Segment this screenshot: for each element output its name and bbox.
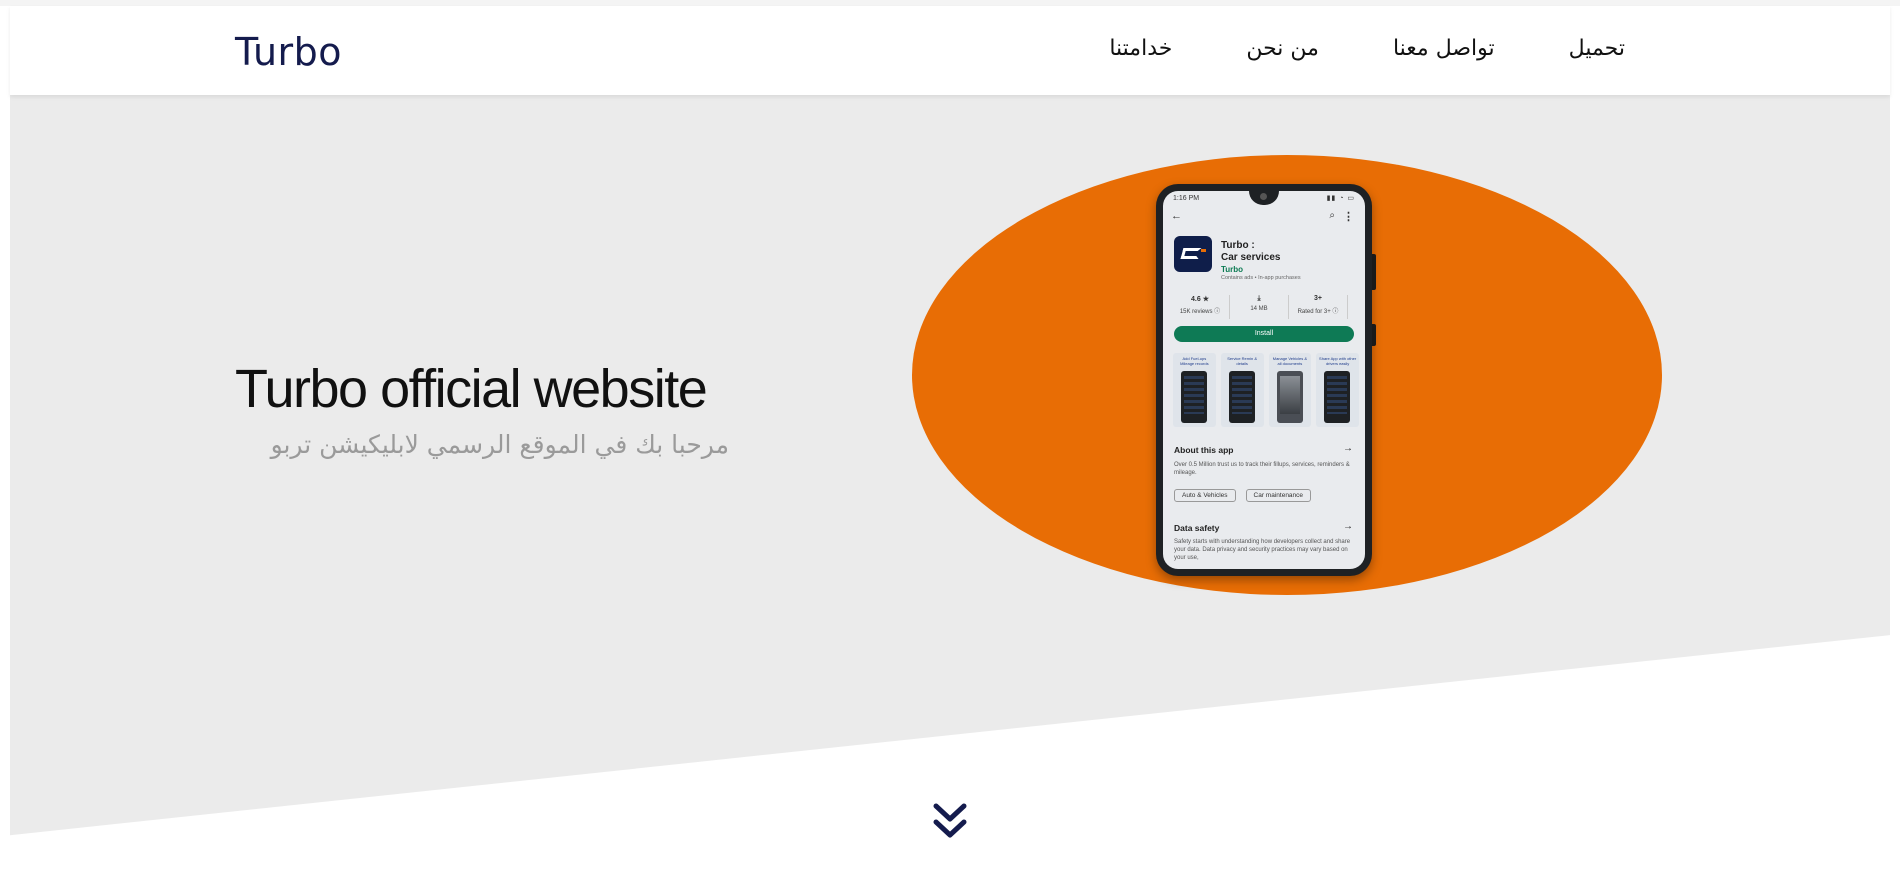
- app-screenshot: Manage Vehicles & all documents: [1268, 353, 1312, 427]
- screenshot-caption: Service Remin & details: [1227, 356, 1258, 366]
- double-chevron-down-icon-svg: [933, 803, 967, 838]
- app-contains: Contains ads • In-app purchases: [1221, 275, 1301, 281]
- app-name: Turbo : Car services: [1221, 240, 1281, 263]
- category-chips: Auto & Vehicles Car maintenance: [1174, 489, 1312, 502]
- app-screenshots: Add Fuel-ups Mileage records Service Rem…: [1173, 353, 1359, 427]
- phone-screen: 1:16 PM ▮▮ ◔ ▭ ← ⌕ ⋮ Turbo : Car service…: [1163, 191, 1365, 569]
- double-chevron-down-icon[interactable]: [930, 800, 970, 844]
- app-stats: 4.6 ★ 15K reviews ⓘ ⤓ 14 MB 3+ Rated for…: [1171, 295, 1365, 319]
- app-screenshot: Add Fuel-ups Mileage records: [1173, 353, 1216, 427]
- mini-phone: [1228, 371, 1255, 423]
- chip: Car maintenance: [1245, 489, 1312, 502]
- chip: Auto & Vehicles: [1174, 489, 1236, 502]
- phone-notch: [1249, 191, 1279, 205]
- stat-label: 15K reviews ⓘ: [1179, 309, 1221, 315]
- nav-menu: تحميل تواصل معنا من نحن خدامتنا: [1109, 36, 1625, 61]
- nav-item-services[interactable]: خدامتنا: [1109, 36, 1172, 61]
- mini-phone: [1276, 371, 1303, 423]
- arrow-right-icon: →: [1343, 521, 1353, 532]
- back-arrow-icon: ←: [1171, 210, 1182, 222]
- download-icon: ⤓: [1257, 295, 1261, 302]
- mini-phone: [1324, 371, 1351, 423]
- screenshot-caption: Share App with other drivers easily: [1319, 356, 1357, 366]
- screenshot-caption: Manage Vehicles & all documents: [1272, 356, 1307, 366]
- status-time: 1:16 PM: [1173, 195, 1200, 202]
- hero-subtitle: مرحبا بك في الموقع الرسمي لابليكيشن تربو: [270, 430, 729, 459]
- stat-size: ⤓ 14 MB: [1230, 295, 1289, 319]
- phone-side-button: [1372, 254, 1376, 290]
- about-text: Over 0.5 Million trust us to track their…: [1174, 462, 1350, 476]
- search-icon: ⌕: [1329, 210, 1335, 221]
- mini-phone: [1181, 371, 1207, 423]
- app-developer: Turbo: [1221, 265, 1244, 274]
- app-icon: [1174, 236, 1212, 272]
- safety-text: Safety starts with understanding how dev…: [1174, 539, 1351, 561]
- app-screenshot: Service Remin & details: [1220, 353, 1264, 427]
- nav-item-contact[interactable]: تواصل معنا: [1393, 36, 1495, 61]
- app-screenshot: Share App with other drivers easily: [1316, 353, 1359, 427]
- stat-label: Rated for 3+ ⓘ: [1297, 309, 1339, 315]
- phone-mockup: 1:16 PM ▮▮ ◔ ▭ ← ⌕ ⋮ Turbo : Car service…: [1156, 184, 1376, 576]
- nav-item-download[interactable]: تحميل: [1569, 36, 1625, 61]
- navbar: Turbo تحميل تواصل معنا من نحن خدامتنا: [10, 6, 1890, 95]
- stat-label: 14 MB: [1250, 306, 1268, 312]
- screenshot-caption: Add Fuel-ups Mileage records: [1180, 356, 1209, 366]
- stat-age-rating: 3+ Rated for 3+ ⓘ: [1289, 295, 1348, 319]
- safety-title: Data safety: [1174, 523, 1220, 533]
- stat-rating: 4.6 ★ 15K reviews ⓘ: [1171, 295, 1230, 319]
- logo[interactable]: Turbo: [235, 30, 342, 74]
- phone-side-button: [1372, 324, 1376, 346]
- store-toolbar: ← ⌕ ⋮: [1171, 210, 1357, 224]
- hero-title: Turbo official website: [235, 359, 708, 419]
- install-button: Install: [1174, 326, 1354, 342]
- stat-value: 4.6 ★: [1191, 296, 1209, 303]
- status-icons: ▮▮ ◔ ▭: [1326, 195, 1355, 202]
- stat-value: 3+: [1314, 295, 1322, 302]
- about-title: About this app: [1174, 445, 1234, 455]
- nav-item-about[interactable]: من نحن: [1246, 36, 1319, 61]
- more-icon: ⋮: [1343, 211, 1354, 223]
- arrow-right-icon: →: [1343, 443, 1353, 454]
